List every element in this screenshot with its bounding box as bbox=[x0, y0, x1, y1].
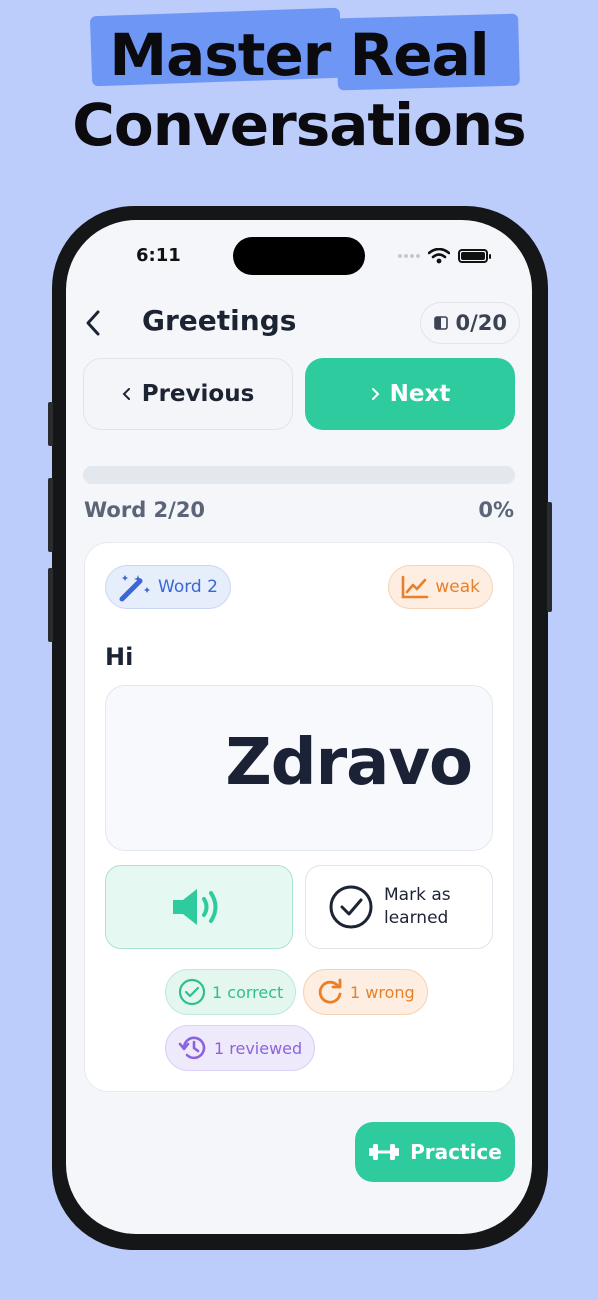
wrong-count-chip: 1 wrong bbox=[303, 969, 428, 1015]
book-icon bbox=[434, 316, 449, 330]
strength-chip: weak bbox=[388, 565, 493, 609]
chevron-left-icon bbox=[122, 388, 130, 400]
strength-text: weak bbox=[435, 577, 480, 597]
marketing-headline: Master Real Conversations bbox=[0, 7, 598, 160]
back-button[interactable] bbox=[84, 306, 108, 340]
cellular-signal-icon bbox=[398, 254, 420, 258]
check-circle-icon bbox=[178, 978, 206, 1006]
status-icons bbox=[398, 248, 491, 264]
check-circle-icon bbox=[329, 885, 373, 929]
app-screen: 6:11 Greetings 0/20 Previous Next Word 2… bbox=[66, 220, 532, 1234]
word-number-text: Word 2 bbox=[158, 577, 218, 597]
history-icon bbox=[178, 1036, 206, 1060]
translation-box: Zdravo bbox=[105, 685, 493, 851]
headline-line1: Master Real bbox=[90, 7, 521, 91]
dynamic-island bbox=[233, 237, 365, 275]
headline-line2: Conversations bbox=[72, 91, 526, 159]
phone-side-button bbox=[48, 402, 53, 446]
wifi-icon bbox=[428, 248, 450, 264]
headline-word-real: Real bbox=[349, 21, 490, 89]
speaker-icon bbox=[173, 889, 218, 925]
mark-learned-label: Mark as learned bbox=[384, 885, 451, 928]
word-number-chip: Word 2 bbox=[105, 565, 231, 609]
magic-wand-icon bbox=[119, 575, 150, 602]
dumbbell-icon bbox=[369, 1144, 400, 1160]
battery-icon bbox=[458, 249, 491, 263]
status-time: 6:11 bbox=[136, 245, 181, 266]
previous-label: Previous bbox=[141, 381, 255, 407]
headline-word-master: Master bbox=[109, 21, 331, 89]
top-bar: Greetings 0/20 bbox=[84, 300, 520, 346]
phone-side-button bbox=[48, 568, 53, 642]
reviewed-count-text: 1 reviewed bbox=[214, 1038, 303, 1058]
chevron-right-icon bbox=[371, 388, 380, 400]
learned-counter-text: 0/20 bbox=[455, 311, 507, 335]
correct-count-text: 1 correct bbox=[212, 982, 284, 1002]
wrong-count-text: 1 wrong bbox=[350, 982, 415, 1002]
translation-word: Zdravo bbox=[225, 726, 473, 800]
retry-icon bbox=[318, 978, 342, 1004]
phone-side-button bbox=[48, 478, 53, 552]
page-title: Greetings bbox=[142, 304, 297, 337]
mark-learned-button[interactable]: Mark as learned bbox=[305, 865, 493, 949]
progress-bar bbox=[83, 466, 515, 484]
next-label: Next bbox=[389, 381, 451, 407]
chevron-left-icon bbox=[86, 310, 100, 336]
learned-counter-badge: 0/20 bbox=[420, 302, 520, 344]
word-position-label: Word 2/20 bbox=[84, 498, 206, 522]
play-audio-button[interactable] bbox=[105, 865, 293, 949]
progress-percent: 0% bbox=[478, 498, 514, 522]
next-button[interactable]: Next bbox=[305, 358, 515, 430]
flashcard: Word 2 weak Hi Zdravo Mark as learned 1 … bbox=[84, 542, 514, 1092]
phone-side-button bbox=[547, 502, 552, 612]
practice-label: Practice bbox=[410, 1140, 502, 1164]
reviewed-count-chip: 1 reviewed bbox=[165, 1025, 316, 1071]
correct-count-chip: 1 correct bbox=[165, 969, 297, 1015]
previous-button[interactable]: Previous bbox=[83, 358, 293, 430]
source-word: Hi bbox=[105, 643, 134, 671]
trend-chart-icon bbox=[402, 575, 429, 599]
practice-button[interactable]: Practice bbox=[355, 1122, 515, 1182]
